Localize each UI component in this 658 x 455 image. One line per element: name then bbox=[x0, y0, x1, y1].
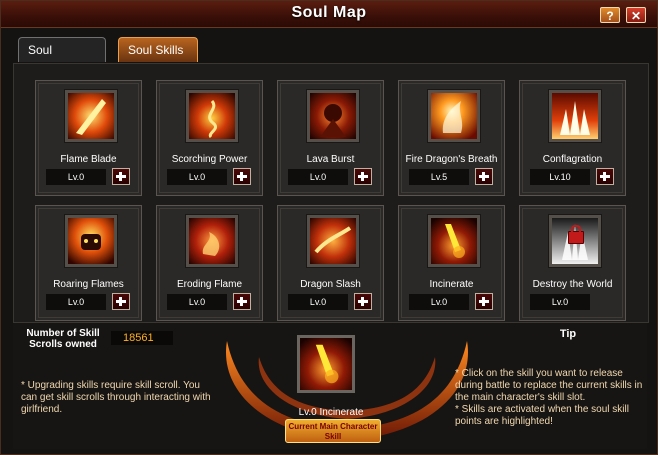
tab-soul-training[interactable]: Soul Training bbox=[18, 37, 106, 82]
skill-level: Lv.0 bbox=[530, 294, 590, 310]
scroll-count-label: Number of Skill Scrolls owned bbox=[26, 328, 100, 350]
skill-level: Lv.0 bbox=[167, 169, 227, 185]
skill-card-flame-blade[interactable]: Flame Blade Lv.0 bbox=[35, 80, 142, 196]
window-title: Soul Map bbox=[291, 4, 367, 21]
eroding-flame-icon[interactable] bbox=[186, 215, 238, 267]
scroll-count-value: 18561 bbox=[111, 331, 173, 345]
skill-level: Lv.0 bbox=[167, 294, 227, 310]
tip-text: * Click on the skill you want to release… bbox=[455, 368, 647, 428]
skill-card-eroding-flame[interactable]: Eroding Flame Lv.0 bbox=[156, 205, 263, 321]
upgrade-note: * Upgrading skills require skill scroll.… bbox=[21, 380, 211, 415]
help-button[interactable]: ? bbox=[600, 7, 620, 23]
destroy-the-world-icon[interactable] bbox=[549, 215, 601, 267]
skill-card-conflagration[interactable]: Conflagration Lv.10 bbox=[519, 80, 626, 196]
soul-map-window: Soul Map ? ✕ Soul Training Soul Skills F… bbox=[0, 0, 658, 455]
skill-level: Lv.5 bbox=[409, 169, 469, 185]
skill-card-incinerate[interactable]: Incinerate Lv.0 bbox=[398, 205, 505, 321]
skill-card-roaring-flames[interactable]: Roaring Flames Lv.0 bbox=[35, 205, 142, 321]
skill-card-dragon-slash[interactable]: Dragon Slash Lv.0 bbox=[277, 205, 384, 321]
skill-level: Lv.0 bbox=[288, 294, 348, 310]
skills-panel: Flame Blade Lv.0 Scorching Power Lv.0 La… bbox=[13, 63, 649, 323]
title-bar[interactable]: Soul Map ? ✕ bbox=[1, 1, 657, 28]
tip-line: * Click on the skill you want to release… bbox=[455, 368, 643, 403]
skill-card-fire-dragons-breath[interactable]: Fire Dragon's Breath Lv.5 bbox=[398, 80, 505, 196]
tab-soul-skills[interactable]: Soul Skills bbox=[118, 37, 198, 62]
scorching-power-icon[interactable] bbox=[186, 90, 238, 142]
incinerate-icon[interactable] bbox=[428, 215, 480, 267]
tip-title: Tip bbox=[559, 328, 577, 340]
upgrade-skill-button[interactable] bbox=[354, 168, 372, 185]
upgrade-skill-button[interactable] bbox=[354, 293, 372, 310]
current-skill-slot[interactable] bbox=[297, 335, 355, 393]
upgrade-skill-button[interactable] bbox=[475, 168, 493, 185]
skill-name: Conflagration bbox=[542, 154, 603, 165]
current-skill-ribbon: Current Main Character Skill bbox=[285, 419, 381, 443]
tip-line: * Skills are activated when the soul ski… bbox=[455, 404, 629, 427]
skill-level: Lv.0 bbox=[46, 169, 106, 185]
skill-name: Incinerate bbox=[429, 279, 474, 290]
skill-card-lava-burst[interactable]: Lava Burst Lv.0 bbox=[277, 80, 384, 196]
flame-blade-icon[interactable] bbox=[65, 90, 117, 142]
skill-name: Scorching Power bbox=[171, 154, 248, 165]
upgrade-skill-button[interactable] bbox=[233, 168, 251, 185]
upgrade-skill-button[interactable] bbox=[112, 293, 130, 310]
skill-card-scorching-power[interactable]: Scorching Power Lv.0 bbox=[156, 80, 263, 196]
current-skill-name: Lv.0 Incinerate bbox=[298, 407, 364, 418]
skill-name: Dragon Slash bbox=[300, 279, 361, 290]
skill-level: Lv.10 bbox=[530, 169, 590, 185]
skill-level: Lv.0 bbox=[288, 169, 348, 185]
lock-icon bbox=[568, 225, 584, 244]
skill-level: Lv.0 bbox=[46, 294, 106, 310]
conflagration-icon[interactable] bbox=[549, 90, 601, 142]
upgrade-skill-button[interactable] bbox=[112, 168, 130, 185]
skill-name: Fire Dragon's Breath bbox=[405, 154, 498, 165]
upgrade-skill-button[interactable] bbox=[233, 293, 251, 310]
upgrade-skill-button[interactable] bbox=[475, 293, 493, 310]
skill-level: Lv.0 bbox=[409, 294, 469, 310]
skill-name: Lava Burst bbox=[306, 154, 355, 165]
skill-name: Roaring Flames bbox=[53, 279, 124, 290]
skill-card-destroy-the-world[interactable]: Destroy the World Lv.0 bbox=[519, 205, 626, 321]
dragon-slash-icon[interactable] bbox=[307, 215, 359, 267]
roaring-flames-icon[interactable] bbox=[65, 215, 117, 267]
incinerate-icon bbox=[300, 338, 352, 390]
skill-name: Eroding Flame bbox=[176, 279, 243, 290]
skill-name: Flame Blade bbox=[60, 154, 117, 165]
skill-name: Destroy the World bbox=[532, 279, 613, 290]
lava-burst-icon[interactable] bbox=[307, 90, 359, 142]
bottom-panel: Number of Skill Scrolls owned 18561 * Up… bbox=[13, 323, 647, 449]
upgrade-skill-button[interactable] bbox=[596, 168, 614, 185]
fire-dragons-breath-icon[interactable] bbox=[428, 90, 480, 142]
close-button[interactable]: ✕ bbox=[626, 7, 646, 23]
